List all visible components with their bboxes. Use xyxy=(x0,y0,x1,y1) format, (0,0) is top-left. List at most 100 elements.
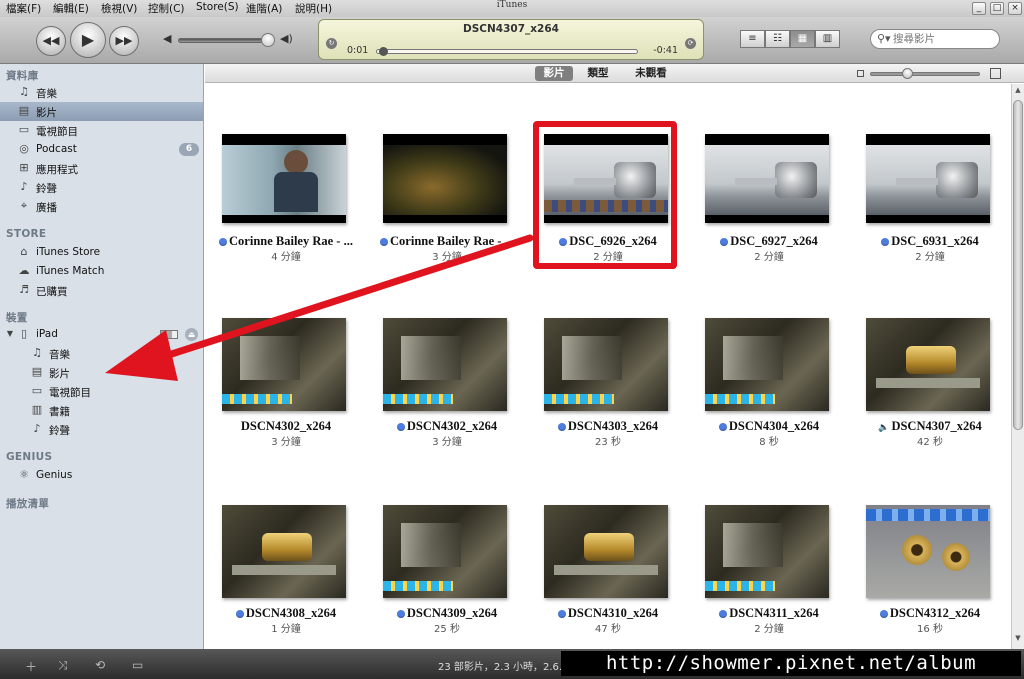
video-tile[interactable]: DSCN4302_x264 3 分鐘 xyxy=(205,318,355,492)
tab-genres[interactable]: 類型 xyxy=(582,66,614,81)
scroll-up-icon[interactable]: ▲ xyxy=(1013,86,1023,98)
video-title-text: DSCN4302_x264 xyxy=(406,419,498,433)
sidebar-item-tv-shows[interactable]: ▭ 電視節目 xyxy=(0,121,203,140)
video-tile[interactable]: DSCN4309_x264 25 秒 xyxy=(366,505,516,649)
search-box[interactable]: ⚲▾ xyxy=(870,29,1000,49)
tab-movies[interactable]: 影片 xyxy=(535,66,573,81)
genius-icon[interactable]: ⟳ xyxy=(685,38,696,49)
video-duration: 16 秒 xyxy=(917,624,943,635)
video-tile[interactable]: DSC_6931_x264 2 分鐘 xyxy=(849,134,999,304)
video-thumbnail[interactable] xyxy=(383,318,507,411)
video-title-text: DSC_6931_x264 xyxy=(891,234,979,248)
shuffle-button[interactable]: ⤨ xyxy=(58,658,68,673)
artwork-toggle-button[interactable]: ▭ xyxy=(132,658,143,672)
video-thumbnail[interactable] xyxy=(866,134,990,223)
video-tile[interactable]: DSCN4311_x264 2 分鐘 xyxy=(688,505,838,649)
video-tile[interactable]: Corinne Bailey Rae - ... 4 分鐘 xyxy=(205,134,355,304)
video-tile[interactable]: DSCN4308_x264 1 分鐘 xyxy=(205,505,355,649)
video-thumbnail[interactable] xyxy=(705,505,829,598)
sidebar-item-ipad[interactable]: ▼ ▯ iPad ⏏ xyxy=(0,325,203,344)
scroll-down-icon[interactable]: ▼ xyxy=(1013,634,1023,646)
video-title-text: DSCN4304_x264 xyxy=(728,419,820,433)
video-duration: 2 分鐘 xyxy=(915,252,945,263)
sidebar-item-ipad-tones[interactable]: ♪ 鈴聲 xyxy=(0,420,203,439)
tab-unwatched[interactable]: 未觀看 xyxy=(629,66,673,81)
video-thumbnail[interactable] xyxy=(866,318,990,411)
eject-icon[interactable]: ⏏ xyxy=(185,328,198,341)
video-tile[interactable]: DSCN4312_x264 16 秒 xyxy=(849,505,999,649)
video-tile[interactable]: DSC_6927_x264 2 分鐘 xyxy=(688,134,838,304)
repeat-button[interactable]: ⟲ xyxy=(95,658,105,672)
album-list-view-button[interactable]: ☷ xyxy=(765,30,790,48)
video-title: Corinne Bailey Rae - ... xyxy=(366,234,528,249)
shuffle-icon[interactable]: ↻ xyxy=(326,38,337,49)
content-header: 影片 類型 未觀看 xyxy=(205,64,1024,83)
video-thumbnail[interactable] xyxy=(544,318,668,411)
video-title: DSCN4311_x264 xyxy=(688,606,850,621)
sidebar-item-label: 已購買 xyxy=(36,286,68,298)
coverflow-view-button[interactable]: ▥ xyxy=(815,30,840,48)
sidebar-item-podcast[interactable]: ◎ Podcast 6 xyxy=(0,140,203,159)
sidebar: 資料庫 ♫ 音樂 ▤ 影片 ▭ 電視節目 ◎ Podcast 6 ⊞ 應用程式 … xyxy=(0,64,204,649)
disclosure-triangle-icon[interactable]: ▼ xyxy=(3,327,17,341)
play-button[interactable]: ▶ xyxy=(70,22,106,58)
unwatched-dot-icon xyxy=(396,423,405,432)
video-thumbnail[interactable] xyxy=(222,134,346,223)
sidebar-item-ipad-music[interactable]: ♫ 音樂 xyxy=(0,344,203,363)
sidebar-item-purchased[interactable]: ♬ 已購買 xyxy=(0,281,203,300)
video-thumbnail[interactable] xyxy=(705,134,829,223)
video-duration: 2 分鐘 xyxy=(754,624,784,635)
video-tile[interactable]: DSCN4310_x264 47 秒 xyxy=(527,505,677,649)
video-tile[interactable]: DSCN4303_x264 23 秒 xyxy=(527,318,677,492)
sidebar-item-movies[interactable]: ▤ 影片 xyxy=(0,102,203,121)
video-title: DSC_6931_x264 xyxy=(849,234,1011,249)
sidebar-item-music[interactable]: ♫ 音樂 xyxy=(0,83,203,102)
thumbnail-size-knob[interactable] xyxy=(902,68,913,79)
sidebar-item-itunes-store[interactable]: ⌂ iTunes Store xyxy=(0,243,203,262)
playlists-header[interactable]: 播放清單 xyxy=(6,496,49,511)
video-thumbnail[interactable] xyxy=(222,505,346,598)
close-button[interactable]: × xyxy=(1008,2,1022,15)
video-thumbnail[interactable] xyxy=(383,505,507,598)
vertical-scrollbar[interactable]: ▲ ▼ xyxy=(1011,84,1024,649)
search-input[interactable] xyxy=(893,32,997,46)
scrollbar-thumb[interactable] xyxy=(1013,100,1023,430)
video-thumbnail[interactable] xyxy=(866,505,990,598)
video-tile[interactable]: 🔈 DSCN4307_x264 42 秒 xyxy=(849,318,999,492)
sidebar-item-ipad-tv-shows[interactable]: ▭ 電視節目 xyxy=(0,382,203,401)
volume-slider-knob[interactable] xyxy=(261,33,275,47)
sidebar-item-label: 廣播 xyxy=(36,202,57,214)
video-thumbnail[interactable] xyxy=(544,505,668,598)
sidebar-item-apps[interactable]: ⊞ 應用程式 xyxy=(0,159,203,178)
thumbnail-size-slider[interactable] xyxy=(870,72,980,76)
video-thumbnail[interactable] xyxy=(705,318,829,411)
add-playlist-button[interactable]: ＋ xyxy=(25,658,37,675)
watermark: http://showmer.pixnet.net/album xyxy=(561,651,1021,676)
video-tile[interactable]: DSCN4302_x264 3 分鐘 xyxy=(366,318,516,492)
minimize-button[interactable]: _ xyxy=(972,2,986,15)
maximize-button[interactable]: □ xyxy=(990,2,1004,15)
playback-progress-knob[interactable] xyxy=(379,47,388,56)
previous-button[interactable]: ◀◀ xyxy=(36,26,66,56)
video-tile[interactable]: Corinne Bailey Rae - ... 3 分鐘 xyxy=(366,134,516,304)
sidebar-item-tones[interactable]: ♪ 鈴聲 xyxy=(0,178,203,197)
list-view-button[interactable]: ≡ xyxy=(740,30,765,48)
apps-icon: ⊞ xyxy=(19,161,29,174)
sidebar-item-genius[interactable]: ⚛ Genius xyxy=(0,466,203,485)
video-duration: 42 秒 xyxy=(917,437,943,448)
sidebar-item-label: iPad xyxy=(36,328,58,340)
grid-view-button[interactable]: ▦ xyxy=(790,30,815,48)
playback-progress-bar[interactable] xyxy=(376,49,638,54)
volume-slider[interactable] xyxy=(178,38,274,43)
sidebar-item-ipad-movies[interactable]: ▤ 影片 xyxy=(0,363,203,382)
sidebar-item-ipad-books[interactable]: ▥ 書籍 xyxy=(0,401,203,420)
next-button[interactable]: ▶▶ xyxy=(109,26,139,56)
sidebar-item-radio[interactable]: ⌖ 廣播 xyxy=(0,197,203,216)
sidebar-item-itunes-match[interactable]: ☁ iTunes Match xyxy=(0,262,203,281)
elapsed-time: 0:01 xyxy=(347,45,369,56)
video-thumbnail[interactable] xyxy=(222,318,346,411)
video-title: DSCN4304_x264 xyxy=(688,419,850,434)
video-tile[interactable]: DSCN4304_x264 8 秒 xyxy=(688,318,838,492)
video-thumbnail[interactable] xyxy=(383,134,507,223)
video-duration: 3 分鐘 xyxy=(432,252,462,263)
